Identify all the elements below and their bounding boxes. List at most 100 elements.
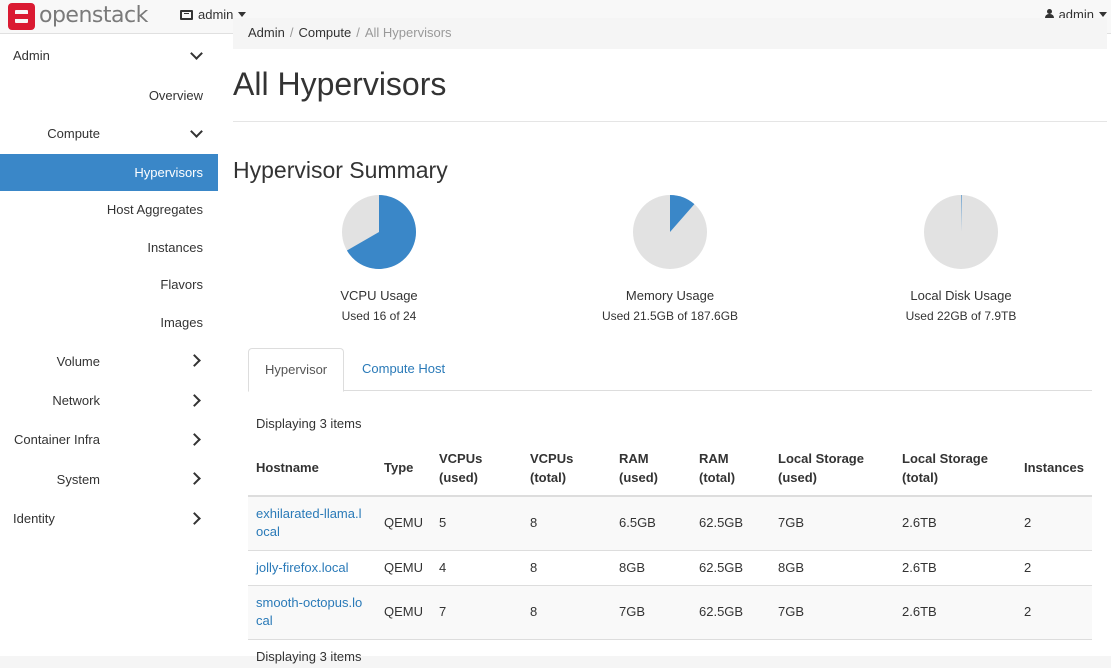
caret-down-icon	[1099, 12, 1107, 17]
col-hostname[interactable]: Hostname	[248, 440, 376, 497]
sidebar-item-admin[interactable]: Admin	[0, 34, 218, 77]
sidebar-item-label: Overview	[148, 87, 203, 103]
col-vcpus-total[interactable]: VCPUs (total)	[522, 440, 611, 497]
chevron-right-icon	[188, 472, 201, 485]
sidebar-item-network[interactable]: Network	[0, 381, 218, 420]
brand-logo-link[interactable]: openstack	[8, 2, 148, 30]
hostname-link[interactable]: jolly-firefox.local	[256, 560, 348, 575]
sidebar-item-system[interactable]: System	[0, 459, 218, 499]
cell-ram-used: 7GB	[611, 585, 691, 640]
sidebar: Admin Overview Compute Hypervisors Host …	[0, 34, 218, 656]
table-row: smooth-octopus.local QEMU 7 8 7GB 62.5GB…	[248, 585, 1092, 640]
sidebar-item-host-aggregates[interactable]: Host Aggregates	[0, 191, 218, 228]
pie-sub: Used 16 of 24	[341, 309, 417, 323]
sidebar-item-label: Admin	[13, 48, 50, 63]
cell-ram-total: 62.5GB	[691, 585, 770, 640]
sidebar-item-hypervisors[interactable]: Hypervisors	[0, 154, 218, 191]
disk-usage-chart: Local Disk Usage Used 22GB of 7.9TB	[876, 195, 1046, 323]
sidebar-item-label: Network	[52, 393, 100, 408]
breadcrumb-current: All Hypervisors	[364, 25, 452, 40]
footer-strip	[0, 656, 1111, 668]
col-vcpus-used[interactable]: VCPUs (used)	[431, 440, 522, 497]
sidebar-item-label: Flavors	[160, 277, 203, 292]
sidebar-item-images[interactable]: Images	[0, 303, 218, 341]
sidebar-item-container-infra[interactable]: Container Infra	[0, 420, 218, 459]
cell-ram-total: 62.5GB	[691, 496, 770, 551]
cell-vcpus-used: 7	[431, 585, 522, 640]
cell-storage-total: 2.6TB	[894, 585, 1016, 640]
chevron-right-icon	[188, 432, 201, 446]
cell-ram-used: 6.5GB	[611, 496, 691, 551]
cell-storage-used: 7GB	[770, 496, 894, 551]
sidebar-item-volume[interactable]: Volume	[0, 341, 218, 381]
col-storage-used[interactable]: Local Storage (used)	[770, 440, 894, 497]
table-row: jolly-firefox.local QEMU 4 8 8GB 62.5GB …	[248, 550, 1092, 586]
chevron-down-icon	[190, 124, 203, 138]
sidebar-item-label: Hypervisors	[134, 165, 203, 180]
cell-storage-used: 7GB	[770, 585, 894, 640]
sidebar-item-label: Instances	[147, 239, 203, 255]
item-count-top: Displaying 3 items	[256, 416, 362, 431]
caret-down-icon	[238, 12, 247, 17]
item-count-bottom: Displaying 3 items	[256, 649, 362, 664]
title-divider	[233, 121, 1107, 122]
sidebar-item-instances[interactable]: Instances	[0, 228, 218, 266]
sidebar-item-label: System	[56, 471, 100, 487]
sidebar-item-label: Compute	[47, 126, 100, 141]
cell-type: QEMU	[376, 496, 431, 551]
pie-sub: Used 21.5GB of 187.6GB	[601, 309, 739, 323]
breadcrumb: Admin / Compute / All Hypervisors	[233, 18, 1107, 49]
sidebar-item-label: Identity	[13, 511, 55, 526]
project-name: admin	[198, 7, 234, 22]
col-type[interactable]: Type	[376, 440, 431, 497]
memory-pie	[633, 195, 707, 269]
cell-type: QEMU	[376, 585, 431, 640]
chevron-right-icon	[188, 511, 201, 525]
cell-vcpus-total: 8	[522, 550, 611, 586]
sidebar-item-overview[interactable]: Overview	[0, 77, 218, 113]
openstack-logo-icon	[8, 2, 35, 30]
table-row: exhilarated-llama.local QEMU 5 8 6.5GB 6…	[248, 496, 1092, 551]
cell-ram-used: 8GB	[611, 550, 691, 586]
col-instances[interactable]: Instances	[1016, 440, 1092, 497]
pie-label: Local Disk Usage	[910, 288, 1012, 303]
cell-instances: 2	[1016, 585, 1092, 640]
table-header-row: Hostname Type VCPUs (used) VCPUs (total)…	[248, 440, 1092, 497]
memory-usage-chart: Memory Usage Used 21.5GB of 187.6GB	[585, 195, 755, 323]
cell-storage-total: 2.6TB	[894, 496, 1016, 551]
tab-compute-host[interactable]: Compute Host	[346, 348, 461, 391]
summary-title: Hypervisor Summary	[233, 157, 448, 183]
sidebar-item-identity[interactable]: Identity	[0, 499, 218, 538]
sidebar-item-flavors[interactable]: Flavors	[0, 266, 218, 303]
cell-storage-used: 8GB	[770, 550, 894, 586]
cell-vcpus-used: 4	[431, 550, 522, 586]
sidebar-item-compute[interactable]: Compute	[0, 113, 218, 154]
pie-sub: Used 22GB of 7.9TB	[905, 309, 1017, 323]
cell-instances: 2	[1016, 496, 1092, 551]
breadcrumb-compute[interactable]: Compute	[298, 25, 351, 40]
breadcrumb-admin[interactable]: Admin	[248, 25, 285, 40]
sidebar-item-label: Host Aggregates	[106, 202, 203, 217]
chevron-right-icon	[188, 393, 201, 407]
chevron-right-icon	[188, 354, 201, 367]
cell-instances: 2	[1016, 550, 1092, 586]
cell-type: QEMU	[376, 550, 431, 586]
vcpu-pie	[342, 195, 416, 269]
tab-hypervisor[interactable]: Hypervisor	[248, 348, 345, 392]
cell-vcpus-total: 8	[522, 585, 611, 640]
chevron-down-icon	[190, 46, 203, 60]
sidebar-item-label: Volume	[56, 353, 100, 369]
sidebar-item-label: Container Infra	[14, 432, 100, 447]
vcpu-usage-chart: VCPU Usage Used 16 of 24	[294, 195, 464, 323]
pie-label: VCPU Usage	[340, 288, 418, 303]
col-ram-used[interactable]: RAM (used)	[611, 440, 691, 497]
project-icon	[180, 9, 193, 20]
hostname-link[interactable]: exhilarated-llama.local	[256, 506, 362, 539]
brand-name: openstack	[39, 3, 148, 28]
col-storage-total[interactable]: Local Storage (total)	[894, 440, 1016, 497]
col-ram-total[interactable]: RAM (total)	[691, 440, 770, 497]
cell-storage-total: 2.6TB	[894, 550, 1016, 586]
disk-pie	[924, 195, 998, 269]
hostname-link[interactable]: smooth-octopus.local	[256, 595, 362, 628]
cell-vcpus-used: 5	[431, 496, 522, 551]
